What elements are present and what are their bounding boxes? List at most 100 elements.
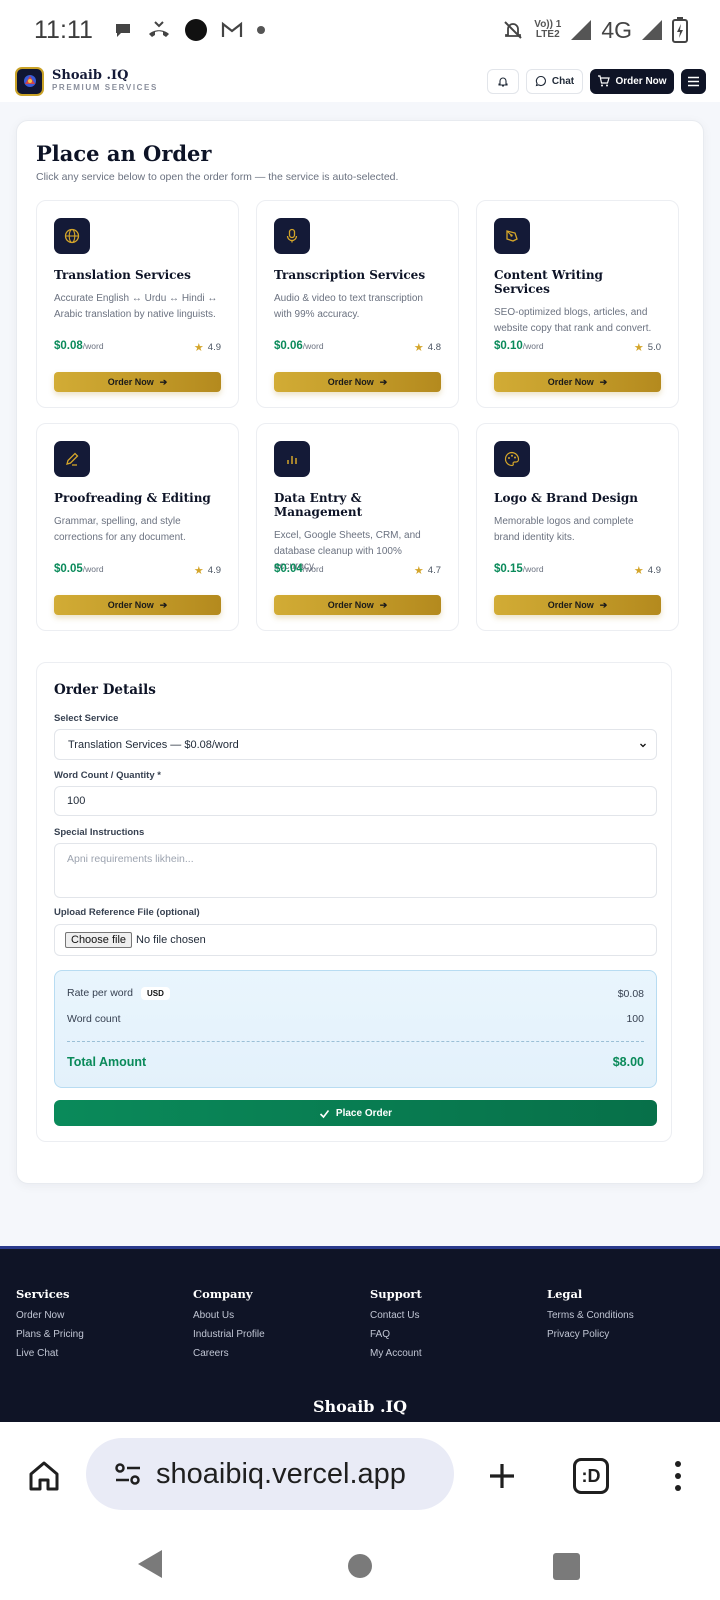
brand-name: Shoaib .IQ: [52, 68, 129, 83]
plus-icon: [490, 1464, 514, 1488]
page-subtitle: Click any service below to open the orde…: [36, 171, 399, 183]
service-card-proofreading[interactable]: Proofreading & Editing Grammar, spelling…: [36, 423, 239, 631]
chat-button[interactable]: Chat: [526, 68, 583, 94]
volte-indicator: Vo)) 1 LTE2: [534, 19, 562, 40]
chevron-down-icon: [640, 743, 646, 747]
site-footer: Services Order Now Plans & Pricing Live …: [0, 1246, 720, 1422]
order-now-button-content-writing[interactable]: Order Now ➔: [494, 372, 661, 392]
site-settings-icon[interactable]: [114, 1462, 142, 1486]
page-title: Place an Order: [36, 141, 212, 166]
footer-col-services: Services Order Now Plans & Pricing Live …: [16, 1287, 193, 1367]
place-order-button[interactable]: Place Order: [54, 1100, 657, 1126]
summary-divider: [67, 1041, 644, 1042]
order-now-button-translation[interactable]: Order Now ➔: [54, 372, 221, 392]
hamburger-icon: [688, 76, 699, 86]
wordcount-value: 100: [626, 1013, 644, 1025]
service-card-transcription[interactable]: Transcription Services Audio & video to …: [256, 200, 459, 408]
rate-value: $0.08: [617, 987, 644, 1000]
footer-link[interactable]: Industrial Profile: [193, 1329, 370, 1340]
service-rating: ★ 4.9: [633, 565, 661, 577]
more-dot-icon: [256, 26, 265, 34]
file-upload-input[interactable]: Choose file No file chosen: [54, 924, 657, 956]
browser-toolbar: shoaibiq.vercel.app :D: [0, 1422, 720, 1534]
arrow-right-icon: ➔: [379, 376, 388, 387]
recents-icon[interactable]: [553, 1553, 580, 1580]
word-count-value: 100: [67, 795, 86, 807]
footer-link[interactable]: My Account: [370, 1348, 547, 1359]
footer-link[interactable]: Order Now: [16, 1310, 193, 1321]
footer-link[interactable]: Contact Us: [370, 1310, 547, 1321]
notifications-button[interactable]: [487, 68, 519, 94]
microphone-icon: [274, 218, 310, 254]
arrow-right-icon: ➔: [379, 599, 388, 610]
total-row: Total Amount $8.00: [67, 1055, 644, 1069]
order-now-button-data-entry[interactable]: Order Now ➔: [274, 595, 441, 615]
star-icon: ★: [413, 565, 424, 577]
mute-bell-icon: [502, 19, 524, 41]
tab-switcher-button[interactable]: :D: [573, 1458, 609, 1494]
footer-link[interactable]: Privacy Policy: [547, 1329, 717, 1340]
globe-icon: [54, 218, 90, 254]
url-bar[interactable]: shoaibiq.vercel.app: [86, 1438, 454, 1510]
service-price: $0.08/word: [54, 340, 104, 352]
footer-link[interactable]: FAQ: [370, 1329, 547, 1340]
cart-icon: [598, 75, 611, 87]
footer-link[interactable]: About Us: [193, 1310, 370, 1321]
browser-menu-button[interactable]: [668, 1456, 688, 1496]
url-text: shoaibiq.vercel.app: [156, 1457, 406, 1490]
service-price: $0.04/word: [274, 563, 324, 575]
star-icon: ★: [193, 565, 204, 577]
order-now-button-transcription[interactable]: Order Now ➔: [274, 372, 441, 392]
battery-charging-icon: [672, 17, 688, 43]
service-rating: ★ 4.8: [413, 342, 441, 354]
menu-button[interactable]: [681, 68, 706, 94]
new-tab-button[interactable]: [482, 1456, 522, 1496]
browser-home-button[interactable]: [24, 1456, 64, 1496]
service-card-data-entry[interactable]: Data Entry & Management Excel, Google Sh…: [256, 423, 459, 631]
footer-col-support: Support Contact Us FAQ My Account: [370, 1287, 547, 1367]
order-now-button-logo-design[interactable]: Order Now ➔: [494, 595, 661, 615]
back-icon[interactable]: [136, 1548, 164, 1580]
service-select[interactable]: Translation Services — $0.08/word: [54, 729, 657, 760]
place-order-label: Place Order: [335, 1107, 393, 1119]
order-details-title: Order Details: [54, 682, 156, 698]
services-grid: Translation Services Accurate English ↔ …: [36, 200, 686, 631]
service-card-logo-design[interactable]: Logo & Brand Design Memorable logos and …: [476, 423, 679, 631]
footer-link[interactable]: Careers: [193, 1348, 370, 1359]
special-instructions-textarea[interactable]: Apni requirements likhein...: [54, 843, 657, 898]
special-instructions-label: Special Instructions: [54, 827, 145, 838]
more-vertical-icon: [675, 1461, 681, 1467]
arrow-right-icon: ➔: [159, 376, 168, 387]
chat-notification-icon: [113, 20, 133, 40]
star-icon: ★: [413, 342, 424, 354]
service-card-translation[interactable]: Translation Services Accurate English ↔ …: [36, 200, 239, 408]
footer-link[interactable]: Plans & Pricing: [16, 1329, 193, 1340]
select-service-label: Select Service: [54, 713, 119, 724]
footer-link[interactable]: Live Chat: [16, 1348, 193, 1359]
home-nav-icon[interactable]: [348, 1554, 372, 1578]
service-price: $0.06/word: [274, 340, 324, 352]
special-instructions-placeholder: Apni requirements likhein...: [67, 853, 194, 865]
footer-heading: Legal: [547, 1287, 583, 1301]
signal-icon: [571, 20, 592, 40]
site-header: Shoaib .IQ PREMIUM SERVICES Chat Order N…: [0, 60, 720, 102]
order-summary: Rate per word USD $0.08 Word count 100 To…: [54, 970, 657, 1088]
service-description: Audio & video to text transcription with…: [274, 293, 423, 320]
header-order-now-button[interactable]: Order Now: [590, 68, 674, 94]
bell-icon: [498, 77, 508, 87]
brand[interactable]: Shoaib .IQ PREMIUM SERVICES: [15, 66, 158, 96]
footer-link[interactable]: Terms & Conditions: [547, 1310, 717, 1321]
wordcount-row: Word count 100: [67, 1013, 644, 1025]
service-card-content-writing[interactable]: Content Writing Services SEO-optimized b…: [476, 200, 679, 408]
word-count-input[interactable]: 100: [54, 786, 657, 816]
chat-button-label: Chat: [551, 75, 575, 87]
footer-brand: Shoaib .IQ: [312, 1397, 408, 1416]
service-price: $0.10/word: [494, 340, 544, 352]
bar-chart-icon: [274, 441, 310, 477]
choose-file-button[interactable]: Choose file: [65, 932, 133, 948]
service-name: Transcription Services: [274, 268, 426, 282]
order-now-button-proofreading[interactable]: Order Now ➔: [54, 595, 221, 615]
service-description: SEO-optimized blogs, articles, and websi…: [494, 307, 652, 334]
arrow-right-icon: ➔: [599, 599, 608, 610]
service-name: Data Entry & Management: [274, 491, 363, 519]
